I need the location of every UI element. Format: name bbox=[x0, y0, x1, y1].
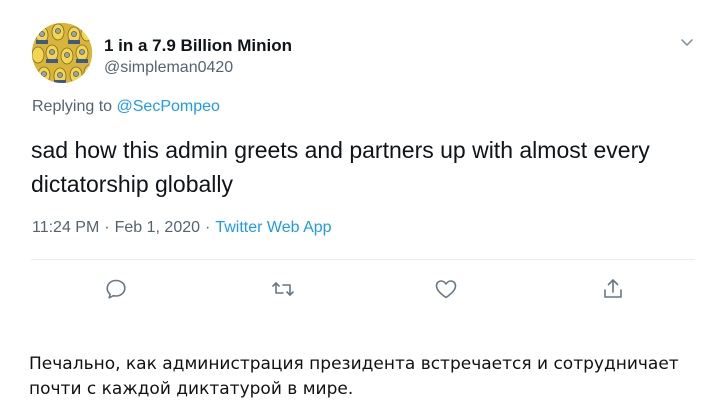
divider bbox=[31, 259, 695, 260]
tweet-text: sad how this admin greets and partners u… bbox=[31, 137, 650, 197]
like-icon[interactable] bbox=[434, 277, 458, 301]
avatar-image bbox=[32, 23, 92, 83]
author-name[interactable]: 1 in a 7.9 Billion Minion bbox=[104, 36, 292, 56]
replying-to-line: Replying to @SecPompeo bbox=[32, 98, 220, 116]
replying-to-link[interactable]: @SecPompeo bbox=[117, 98, 220, 115]
translation-text: Печально, как администрация президента в… bbox=[29, 354, 679, 399]
meta-separator: · bbox=[205, 219, 211, 236]
tweet-source-link[interactable]: Twitter Web App bbox=[215, 219, 331, 236]
share-icon[interactable] bbox=[601, 277, 625, 301]
author-handle[interactable]: @simpleman0420 bbox=[104, 59, 233, 77]
tweet-metadata: 11:24 PM · Feb 1, 2020 · Twitter Web App bbox=[32, 219, 332, 237]
meta-separator: · bbox=[104, 219, 110, 236]
avatar[interactable] bbox=[32, 23, 92, 83]
tweet-date[interactable]: Feb 1, 2020 bbox=[115, 219, 200, 236]
replying-to-label: Replying to bbox=[32, 98, 113, 115]
reply-icon[interactable] bbox=[104, 277, 128, 301]
retweet-icon[interactable] bbox=[271, 277, 295, 301]
tweet-time[interactable]: 11:24 PM bbox=[32, 219, 99, 236]
tweet-card: 1 in a 7.9 Billion Minion @simpleman0420… bbox=[0, 0, 727, 330]
chevron-down-icon[interactable] bbox=[678, 33, 696, 51]
